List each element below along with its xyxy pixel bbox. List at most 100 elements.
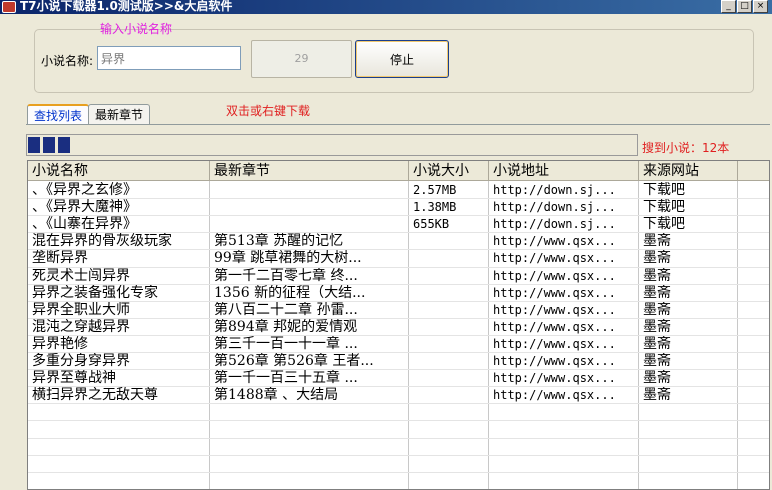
cell-novel-name: 死灵术士闯异界 [32,268,130,284]
cell-url: http://www.qsx... [493,251,616,265]
cell-novel-name: 异界至尊战神 [32,370,116,386]
cell-size [409,302,489,319]
cell-novel-name: 异界全职业大师 [32,302,130,318]
cell-source: 下载吧 [643,199,685,215]
group-caption: 输入小说名称 [100,22,173,36]
cell-source: 墨斋 [643,336,671,352]
row-divider [28,455,769,456]
cell-url: http://www.qsx... [493,388,616,402]
cell-size [409,268,489,285]
cell-latest-chapter: 99章 跳草裙舞的大树... [214,250,362,266]
novel-name-input[interactable] [97,46,241,70]
cell-novel-name: 横扫异界之无敌天尊 [32,387,158,403]
table-row[interactable]: 异界艳修 第三千一百一十一章 ... http://www.qsx... 墨斋 [28,336,769,353]
cell-novel-name: 混在异界的骨灰级玩家 [32,233,172,249]
close-button[interactable]: × [753,0,768,13]
table-row[interactable]: 异界至尊战神 第一千一百三十五章 ... http://www.qsx... 墨斋 [28,370,769,387]
cell-url: http://www.qsx... [493,320,616,334]
cell-latest-chapter: 第八百二十二章 孙雷... [214,302,358,318]
maximize-button[interactable]: □ [737,0,752,13]
cell-source: 墨斋 [643,353,671,369]
cell-latest-chapter: 第一千二百零七章 终... [214,268,358,284]
cell-novel-name: 异界之装备强化专家 [32,285,158,301]
cell-source: 下载吧 [643,216,685,232]
download-hint: 双击或右键下载 [226,104,311,118]
table-row[interactable]: 混沌之穿越异界 第894章 邦妮的爱情观 http://www.qsx... 墨斋 [28,319,769,336]
cell-source: 墨斋 [643,319,671,335]
cell-source: 墨斋 [643,302,671,318]
cell-size: 2.57MB [413,183,457,197]
cell-url: http://www.qsx... [493,337,616,351]
cell-url: http://www.qsx... [493,354,616,368]
cell-size [409,250,489,267]
cell-size [409,285,489,302]
progress-fill [28,137,71,153]
cell-source: 下载吧 [643,182,685,198]
stop-button[interactable]: 停止 [355,40,449,78]
cell-url: http://down.sj... [493,200,616,214]
cell-novel-name: 异界艳修 [32,336,88,352]
cell-source: 墨斋 [643,233,671,249]
cell-latest-chapter: 第526章 第526章 王者... [214,353,374,369]
minimize-button[interactable]: _ [721,0,736,13]
cell-novel-name: 多重分身穿异界 [32,353,130,369]
novel-name-label: 小说名称: [41,54,94,68]
tab-search-list[interactable]: 查找列表 [27,104,90,125]
cell-latest-chapter [210,216,409,233]
cell-novel-name: 垄断异界 [32,250,88,266]
column-header-source[interactable]: 来源网站 [639,161,738,181]
cell-url: http://down.sj... [493,183,616,197]
cell-latest-chapter: 第一千一百三十五章 ... [214,370,358,386]
title-bar: T7小说下载器1.0测试版>>&大启软件 _ □ × [0,0,772,14]
cell-source: 墨斋 [643,285,671,301]
column-header-size[interactable]: 小说大小 [409,161,489,181]
cell-novel-name: 、《异界之玄修》 [32,182,137,198]
tab-latest-chapter[interactable]: 最新章节 [88,104,151,125]
row-divider [28,420,769,421]
cell-source: 墨斋 [643,268,671,284]
cell-latest-chapter: 第894章 邦妮的爱情观 [214,319,358,335]
results-table[interactable]: 小说名称 最新章节 小说大小 小说地址 来源网站 、《异界之玄修》 2.57MB h… [27,160,770,490]
cell-size: 1.38MB [413,200,457,214]
cell-latest-chapter: 第1488章 、大结局 [214,387,339,403]
table-row[interactable]: 横扫异界之无敌天尊 第1488章 、大结局 http://www.qsx... 墨斋 [28,387,769,404]
cell-source: 墨斋 [643,370,671,386]
cell-size [409,336,489,353]
table-row[interactable]: 多重分身穿异界 第526章 第526章 王者... http://www.qsx..… [28,353,769,370]
window-title: T7小说下载器1.0测试版>>&大启软件 [20,0,233,13]
cell-size: 655KB [413,217,450,231]
cell-latest-chapter: 第513章 苏醒的记忆 [214,233,344,249]
cell-size [409,387,489,404]
cell-novel-name: 、《异界大魔神》 [32,199,137,215]
cell-url: http://down.sj... [493,217,616,231]
cell-novel-name: 、《山寨在异界》 [32,216,137,232]
table-row[interactable]: 、《异界大魔神》 1.38MB http://down.sj... 下载吧 [28,199,769,216]
column-header-name[interactable]: 小说名称 [28,161,210,181]
cell-novel-name: 混沌之穿越异界 [32,319,130,335]
cell-latest-chapter [210,182,409,199]
table-row[interactable]: 死灵术士闯异界 第一千二百零七章 终... http://www.qsx... 墨斋 [28,268,769,285]
cell-url: http://www.qsx... [493,234,616,248]
app-icon [2,1,16,13]
cell-source: 墨斋 [643,250,671,266]
cell-source: 墨斋 [643,387,671,403]
cell-latest-chapter: 1356 新的征程（大结... [214,285,366,301]
row-divider [28,472,769,473]
table-row[interactable]: 异界之装备强化专家 1356 新的征程（大结... http://www.qsx..… [28,285,769,302]
progress-bar [26,134,638,156]
column-header-url[interactable]: 小说地址 [489,161,639,181]
cell-size [409,370,489,387]
column-header-latest-chapter[interactable]: 最新章节 [210,161,409,181]
found-count-label: 搜到小说：12本 [642,141,730,155]
table-row[interactable]: 异界全职业大师 第八百二十二章 孙雷... http://www.qsx... 墨斋 [28,302,769,319]
table-row[interactable]: 垄断异界 99章 跳草裙舞的大树... http://www.qsx... 墨斋 [28,250,769,267]
result-count-box: 29 [251,40,352,78]
cell-size [409,319,489,336]
table-row[interactable]: 混在异界的骨灰级玩家 第513章 苏醒的记忆 http://www.qsx... 墨斋 [28,233,769,250]
cell-size [409,233,489,250]
cell-url: http://www.qsx... [493,286,616,300]
cell-latest-chapter: 第三千一百一十一章 ... [214,336,358,352]
cell-url: http://www.qsx... [493,303,616,317]
table-row[interactable]: 、《山寨在异界》 655KB http://down.sj... 下载吧 [28,216,769,233]
table-row[interactable]: 、《异界之玄修》 2.57MB http://down.sj... 下载吧 [28,182,769,199]
